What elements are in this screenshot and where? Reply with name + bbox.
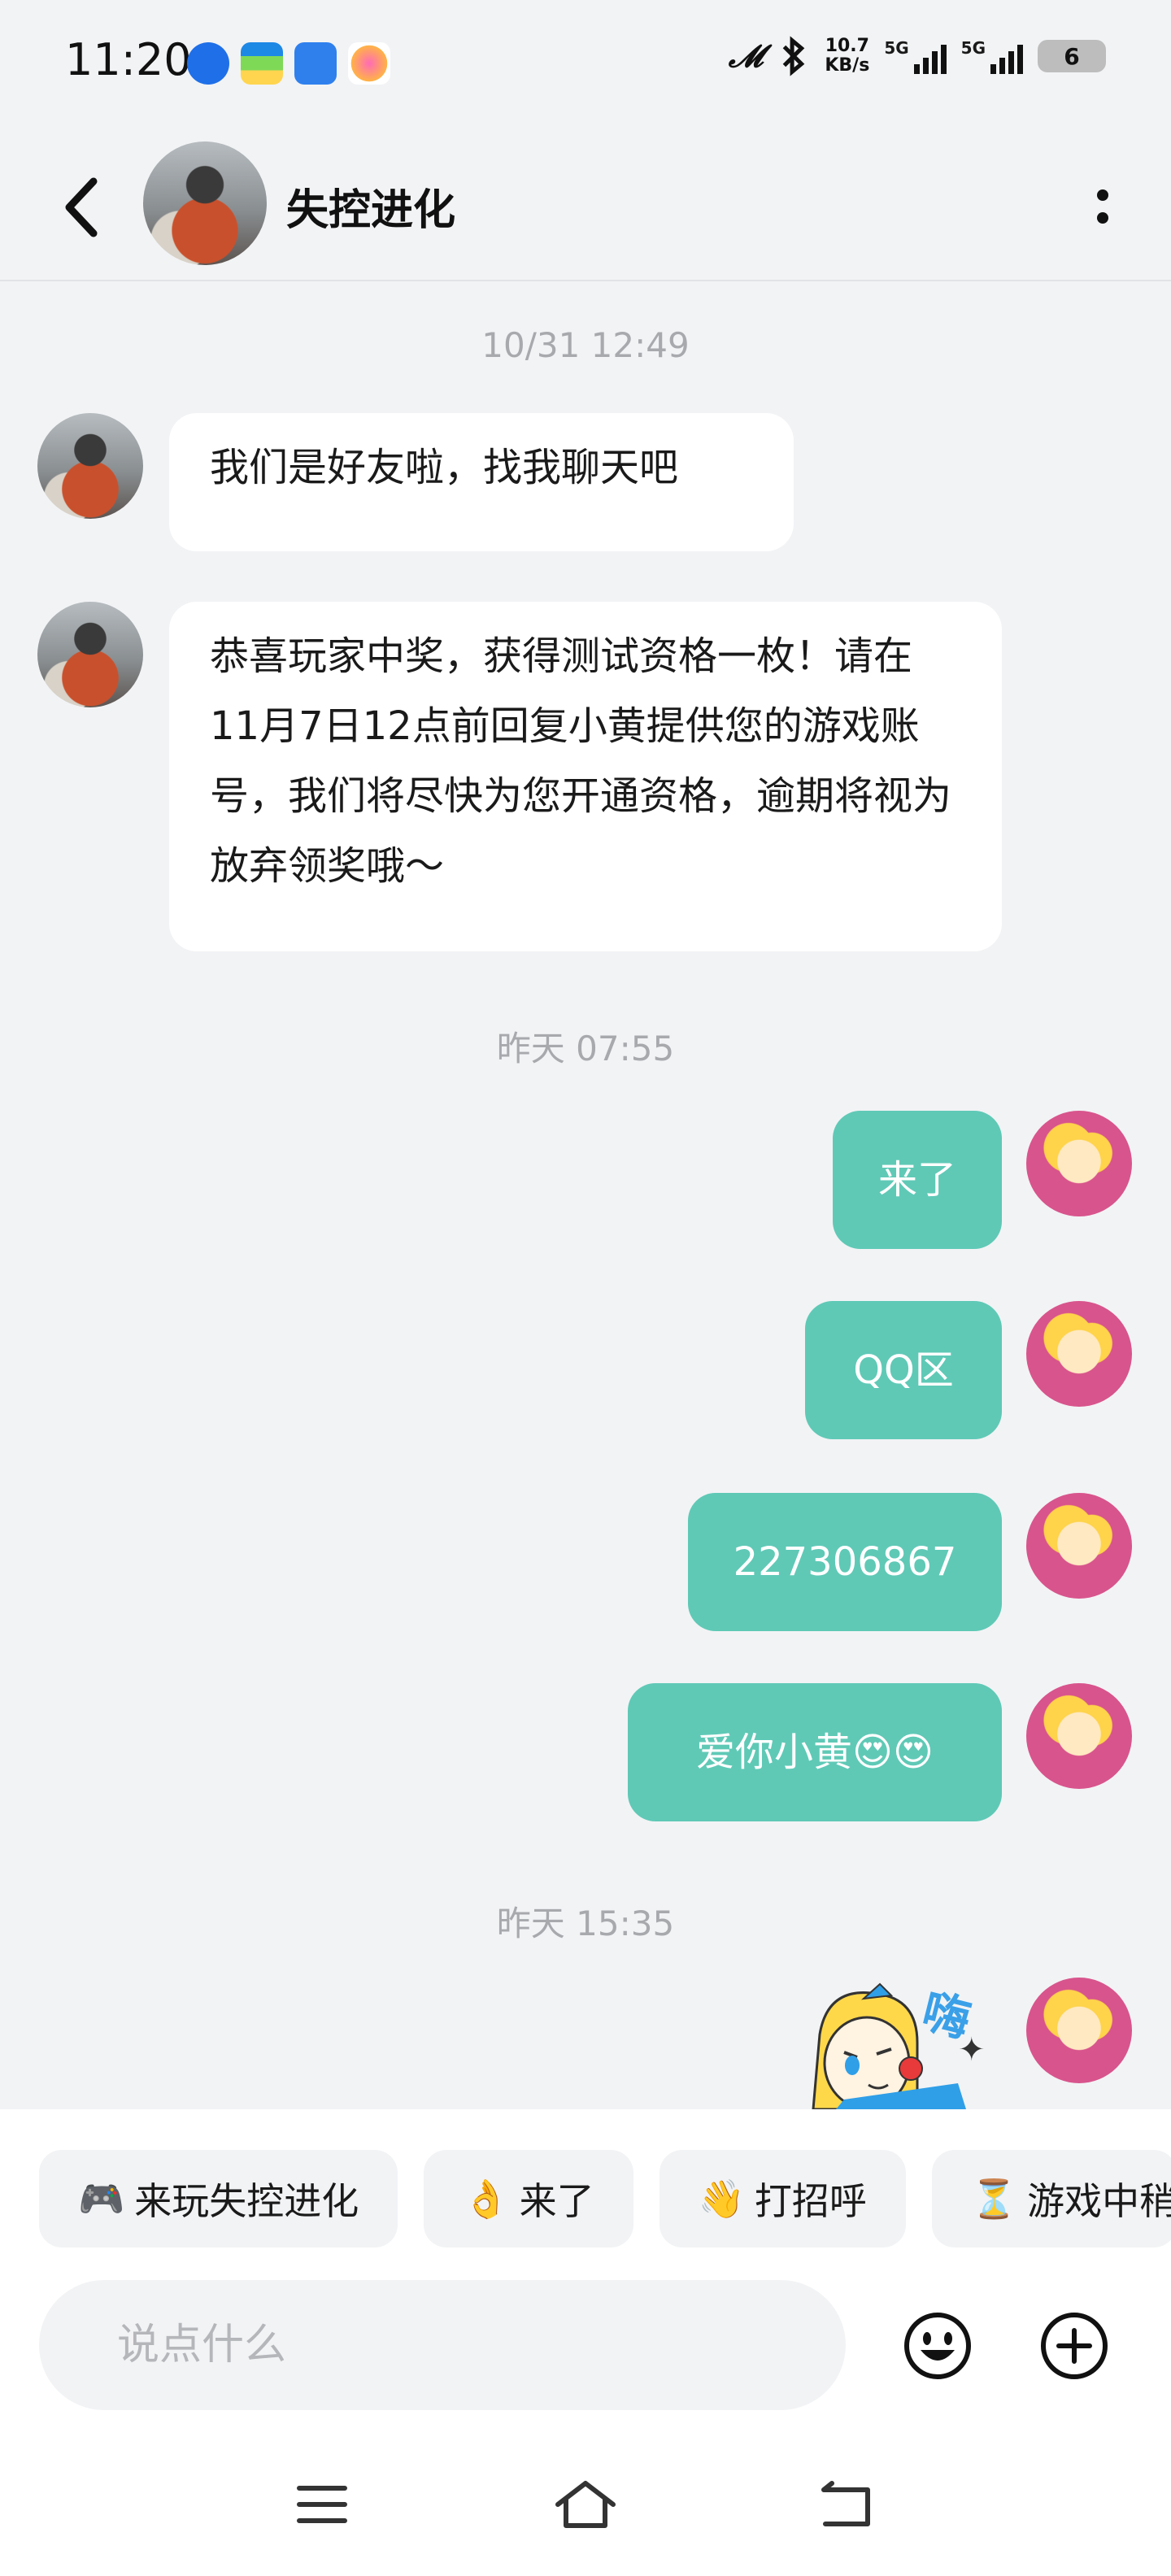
emoji-button[interactable] xyxy=(901,2309,974,2382)
plus-circle-icon xyxy=(1041,2313,1108,2379)
quick-reply-label: 来玩失控进化 xyxy=(134,2179,359,2223)
quick-reply-label: 来了 xyxy=(519,2179,594,2223)
menu-icon xyxy=(297,2486,347,2523)
timestamp: 昨天 15:35 xyxy=(496,1904,675,1943)
signal-label: 5G xyxy=(960,38,986,58)
signal-label: 5G xyxy=(884,38,909,58)
network-speed: 10.7 KB/s xyxy=(825,37,869,76)
contact-avatar[interactable] xyxy=(143,141,267,265)
message-bubble-outgoing[interactable]: 来了 xyxy=(833,1111,1002,1249)
timestamp: 10/31 12:49 xyxy=(481,325,690,365)
signal-5g-1-icon: 5G xyxy=(884,38,947,74)
chevron-left-icon xyxy=(65,177,98,237)
status-bar: 11:20 𝓜 10.7 KB/s 5G 5G 6 xyxy=(0,0,1171,130)
chat-title: 失控进化 xyxy=(286,186,456,235)
contact-avatar[interactable] xyxy=(37,602,143,707)
nfc-icon: 𝓜 xyxy=(728,37,764,74)
message-input[interactable] xyxy=(39,2280,846,2410)
nav-menu-button[interactable] xyxy=(281,2464,363,2545)
smiley-icon xyxy=(904,2313,971,2379)
user-avatar[interactable] xyxy=(1026,1683,1132,1789)
crown-app-icon xyxy=(348,42,390,85)
nav-home-button[interactable] xyxy=(545,2464,626,2545)
wallet-app-icon xyxy=(241,42,283,85)
message-bubble-outgoing[interactable]: 爱你小黄😍😍 xyxy=(628,1683,1002,1821)
battery-icon: 6 xyxy=(1038,40,1106,72)
quick-reply-chip[interactable]: 🎮 来玩失控进化 xyxy=(39,2150,398,2247)
quick-reply-bar: 🎮 来玩失控进化 👌 来了 👋 打招呼 ⏳ 游戏中稍 xyxy=(39,2150,1171,2247)
bluetooth-icon xyxy=(783,36,805,76)
system-navigation-bar xyxy=(0,2435,1171,2576)
browser-app-icon xyxy=(294,42,337,85)
gamepad-icon: 🎮 xyxy=(78,2176,125,2221)
user-avatar[interactable] xyxy=(1026,1301,1132,1407)
app-k-icon xyxy=(187,42,229,85)
network-speed-unit: KB/s xyxy=(825,55,870,76)
signal-5g-2-icon: 5G xyxy=(961,38,1023,74)
quick-reply-label: 打招呼 xyxy=(754,2179,867,2223)
more-vertical-icon xyxy=(1097,189,1108,201)
message-bubble-outgoing[interactable]: QQ区 xyxy=(805,1301,1002,1439)
composer-panel: 🎮 来玩失控进化 👌 来了 👋 打招呼 ⏳ 游戏中稍 xyxy=(0,2109,1171,2576)
quick-reply-chip[interactable]: ⏳ 游戏中稍 xyxy=(931,2150,1171,2247)
back-icon xyxy=(821,2481,870,2526)
notification-icons xyxy=(187,42,390,85)
more-button[interactable] xyxy=(1070,174,1135,239)
home-icon xyxy=(555,2481,616,2528)
waving-hand-icon: 👋 xyxy=(698,2176,745,2221)
message-bubble-incoming[interactable]: 我们是好友啦，找我聊天吧 xyxy=(169,413,794,551)
system-indicators: 𝓜 10.7 KB/s 5G 5G 6 xyxy=(729,36,1106,76)
user-avatar[interactable] xyxy=(1026,1493,1132,1599)
back-button[interactable] xyxy=(52,171,109,244)
quick-reply-label: 游戏中稍 xyxy=(1027,2179,1171,2223)
hourglass-icon: ⏳ xyxy=(970,2176,1018,2221)
message-input-container xyxy=(39,2280,846,2410)
message-bubble-incoming[interactable]: 恭喜玩家中奖，获得测试资格一枚！请在11月7日12点前回复小黄提供您的游戏账号，… xyxy=(169,602,1002,951)
status-time: 11:20 xyxy=(65,34,192,85)
sticker-message[interactable]: 嗨 ✦ xyxy=(795,1978,999,2109)
quick-reply-chip[interactable]: 👌 来了 xyxy=(424,2150,633,2247)
user-avatar[interactable] xyxy=(1026,1978,1132,2083)
plus-button[interactable] xyxy=(1038,2309,1111,2382)
chat-header: 失控进化 xyxy=(0,130,1171,281)
more-vertical-icon xyxy=(1097,212,1108,224)
nav-back-button[interactable] xyxy=(805,2464,886,2545)
timestamp: 昨天 07:55 xyxy=(496,1029,675,1068)
quick-reply-chip[interactable]: 👋 打招呼 xyxy=(659,2150,906,2247)
battery-level: 6 xyxy=(1064,42,1080,70)
contact-avatar[interactable] xyxy=(37,413,143,519)
message-bubble-outgoing[interactable]: 227306867 xyxy=(688,1493,1002,1631)
ok-hand-icon: 👌 xyxy=(463,2176,510,2221)
user-avatar[interactable] xyxy=(1026,1111,1132,1216)
network-speed-value: 10.7 xyxy=(825,36,869,56)
sparkle-icon: ✦ xyxy=(958,2031,986,2069)
